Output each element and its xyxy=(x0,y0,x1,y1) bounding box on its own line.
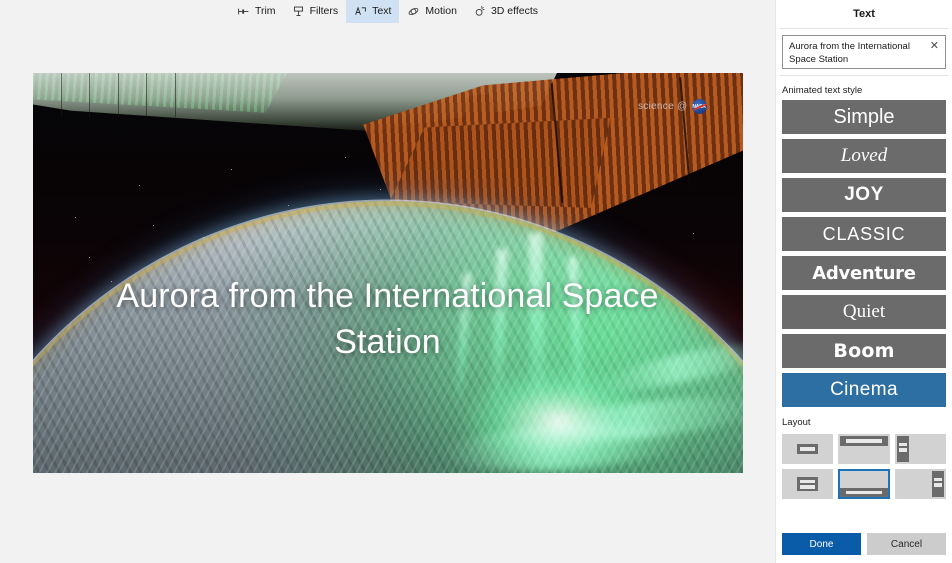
text-input-value: Aurora from the International Space Stat… xyxy=(789,40,927,67)
nasa-logo-icon: NASA xyxy=(692,99,707,114)
layout-section-label: Layout xyxy=(782,417,952,428)
style-option-boom[interactable]: Boom xyxy=(782,334,946,368)
panel-divider-top xyxy=(780,28,948,29)
layout-option-center-small[interactable] xyxy=(782,434,833,464)
style-label: JOY xyxy=(844,184,884,206)
panel-title: Text xyxy=(776,0,952,28)
video-editor-window: Trim Filters xyxy=(0,0,952,563)
filters-icon xyxy=(292,5,305,18)
style-label: Loved xyxy=(841,145,887,167)
style-option-joy[interactable]: JOY xyxy=(782,178,946,212)
animated-text-style-list[interactable]: Simple Loved JOY CLASSIC Adventure Quiet… xyxy=(782,100,946,410)
timeline-bar: 0:43.76 Aurora from the International Sp… xyxy=(0,495,775,563)
tab-motion[interactable]: Motion xyxy=(399,0,465,23)
style-label: Quiet xyxy=(843,301,885,323)
motion-icon xyxy=(407,5,420,18)
preview-area: science @ NASA Aurora from the Internati… xyxy=(0,23,775,495)
style-option-quiet[interactable]: Quiet xyxy=(782,295,946,329)
style-label: Adventure xyxy=(812,263,915,284)
watermark-text: science @ xyxy=(638,101,688,112)
style-option-loved[interactable]: Loved xyxy=(782,139,946,173)
style-option-classic[interactable]: CLASSIC xyxy=(782,217,946,251)
nasa-watermark: science @ NASA xyxy=(638,99,707,114)
layout-option-left-stack[interactable] xyxy=(895,434,946,464)
edit-toolbar: Trim Filters xyxy=(0,0,775,23)
tab-trim[interactable]: Trim xyxy=(229,0,284,23)
layout-option-bottom-bar[interactable] xyxy=(838,469,889,499)
text-panel: Text Aurora from the International Space… xyxy=(775,0,952,563)
3d-effects-icon xyxy=(473,5,486,18)
tab-trim-label: Trim xyxy=(255,6,276,17)
style-label: Boom xyxy=(833,340,894,362)
close-icon[interactable]: ✕ xyxy=(930,41,939,52)
styles-section-label: Animated text style xyxy=(782,85,952,96)
style-option-adventure[interactable]: Adventure xyxy=(782,256,946,290)
editor-area: Trim Filters xyxy=(0,0,775,563)
style-label: CLASSIC xyxy=(823,224,906,245)
tab-filters-label: Filters xyxy=(310,6,339,17)
layout-option-top-bar[interactable] xyxy=(838,434,889,464)
tab-motion-label: Motion xyxy=(425,6,457,17)
panel-action-bar: Done Cancel xyxy=(776,533,952,555)
nasa-logo-label: NASA xyxy=(692,99,707,114)
trim-icon xyxy=(237,5,250,18)
layout-grid xyxy=(782,434,946,499)
layout-option-center-stack[interactable] xyxy=(782,469,833,499)
done-button[interactable]: Done xyxy=(782,533,861,555)
style-label: Simple xyxy=(833,106,894,129)
tab-filters[interactable]: Filters xyxy=(284,0,347,23)
tab-text[interactable]: Text xyxy=(346,0,399,23)
panel-divider-mid xyxy=(780,75,948,76)
video-preview[interactable]: science @ NASA Aurora from the Internati… xyxy=(33,73,743,473)
tab-3d-effects-label: 3D effects xyxy=(491,6,538,17)
layout-option-right-stack[interactable] xyxy=(895,469,946,499)
style-option-cinema[interactable]: Cinema xyxy=(782,373,946,407)
style-label: Cinema xyxy=(830,379,898,401)
text-icon xyxy=(354,5,367,18)
text-input-field[interactable]: Aurora from the International Space Stat… xyxy=(782,35,946,69)
tab-3d-effects[interactable]: 3D effects xyxy=(465,0,546,23)
style-option-simple[interactable]: Simple xyxy=(782,100,946,134)
video-caption-overlay: Aurora from the International Space Stat… xyxy=(33,273,743,365)
cancel-button[interactable]: Cancel xyxy=(867,533,946,555)
tab-text-label: Text xyxy=(372,6,391,17)
